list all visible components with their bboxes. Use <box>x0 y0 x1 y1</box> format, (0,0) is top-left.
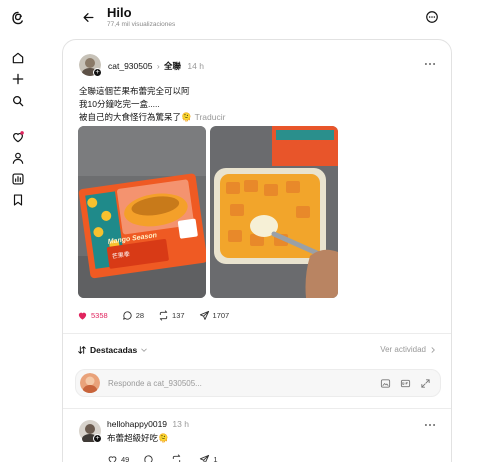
post-line: 被自己的大食怪行為驚呆了🫠 <box>79 112 192 122</box>
reply-placeholder: Responde a cat_930505... <box>108 379 202 388</box>
sort-arrows-icon <box>78 346 86 354</box>
share-send-icon <box>199 310 209 320</box>
home-icon[interactable] <box>8 48 28 68</box>
create-plus-icon[interactable] <box>8 69 28 89</box>
follow-plus-icon[interactable]: + <box>93 434 102 443</box>
thread-card: + cat_930505 › 全聯 14 h 全聯這個芒果布蕾完全可以阿 我10… <box>62 39 452 462</box>
comment-reply-button[interactable] <box>143 454 157 462</box>
repost-count: 137 <box>172 310 185 320</box>
comment-share-button[interactable]: 1 <box>199 454 218 462</box>
sort-dropdown[interactable]: Destacadas <box>77 345 148 355</box>
commenter-username[interactable]: hellohappy0019 <box>107 419 167 429</box>
comment-text: 布蕾超級好吃🫠 <box>107 433 169 443</box>
post-body: 全聯這個芒果布蕾完全可以阿 我10分鐘吃完一盒..... 被自己的大食怪行為驚呆… <box>79 85 439 124</box>
top-bar: Hilo 77,4 mil visualizaciones <box>62 0 452 38</box>
like-count: 5358 <box>91 310 108 320</box>
translate-link[interactable]: Traducir <box>195 112 226 122</box>
repost-icon <box>173 453 181 462</box>
comment-time: 13 h <box>172 419 189 429</box>
community-tag[interactable]: 全聯 <box>164 61 181 71</box>
post-time: 14 h <box>187 61 204 71</box>
chevron-right-icon <box>431 346 435 353</box>
insights-icon[interactable] <box>8 169 28 189</box>
comment-share-count: 1 <box>213 454 218 462</box>
sort-label: Destacadas <box>90 345 138 355</box>
share-send-icon <box>200 454 210 462</box>
view-activity-link[interactable]: Ver actividad <box>380 345 437 354</box>
post-actions: 5358 28 137 1707 <box>77 308 243 322</box>
repost-button[interactable]: 137 <box>158 309 185 321</box>
post-line: 全聯這個芒果布蕾完全可以阿 <box>79 86 190 96</box>
image-attach-icon[interactable] <box>379 377 392 390</box>
current-user-avatar <box>80 373 100 393</box>
gif-icon[interactable] <box>399 377 412 390</box>
heart-icon <box>108 455 117 462</box>
divider <box>63 408 451 409</box>
comment-more-icon[interactable] <box>423 418 437 432</box>
sidebar <box>0 0 36 462</box>
reply-attachments <box>372 377 432 390</box>
repost-icon <box>159 309 168 321</box>
share-count: 1707 <box>212 310 230 320</box>
view-count: 77,4 mil visualizaciones <box>107 21 176 28</box>
commenter-avatar[interactable]: + <box>79 420 102 444</box>
comment-icon <box>122 310 132 320</box>
author-username[interactable]: cat_930505 <box>108 61 152 71</box>
comment-repost-button[interactable] <box>171 453 185 462</box>
comment-button[interactable]: 28 <box>122 310 144 321</box>
share-button[interactable]: 1707 <box>199 310 230 321</box>
profile-icon[interactable] <box>8 148 28 168</box>
comment-icon <box>144 454 153 462</box>
post-image-dessert[interactable] <box>210 126 338 298</box>
comment-like-count: 49 <box>121 454 130 462</box>
follow-plus-icon[interactable]: + <box>93 68 102 77</box>
post-more-icon[interactable] <box>423 57 437 71</box>
view-activity-label: Ver actividad <box>380 345 426 354</box>
divider <box>63 333 451 334</box>
heart-filled-icon <box>78 312 87 320</box>
comment-count: 28 <box>135 310 145 320</box>
like-button[interactable]: 5358 <box>77 310 108 321</box>
back-arrow-icon[interactable] <box>78 7 98 27</box>
comment-actions: 49 1 <box>107 452 232 462</box>
separator-icon: › <box>156 61 160 71</box>
expand-icon[interactable] <box>419 377 432 390</box>
post-image-package[interactable]: Mango Season 芒果季 <box>78 126 206 298</box>
comment-like-button[interactable]: 49 <box>107 454 129 462</box>
chevron-down-icon <box>141 348 147 352</box>
more-options-icon[interactable] <box>422 7 442 27</box>
post-line: 我10分鐘吃完一盒..... <box>79 99 160 109</box>
saved-icon[interactable] <box>8 190 28 210</box>
author-avatar[interactable]: + <box>79 54 102 78</box>
activity-heart-icon[interactable] <box>8 127 28 147</box>
reply-input-box[interactable]: Responde a cat_930505... <box>75 369 441 397</box>
threads-logo-icon[interactable] <box>8 8 28 28</box>
search-icon[interactable] <box>8 91 28 111</box>
page-title: Hilo <box>107 5 132 20</box>
